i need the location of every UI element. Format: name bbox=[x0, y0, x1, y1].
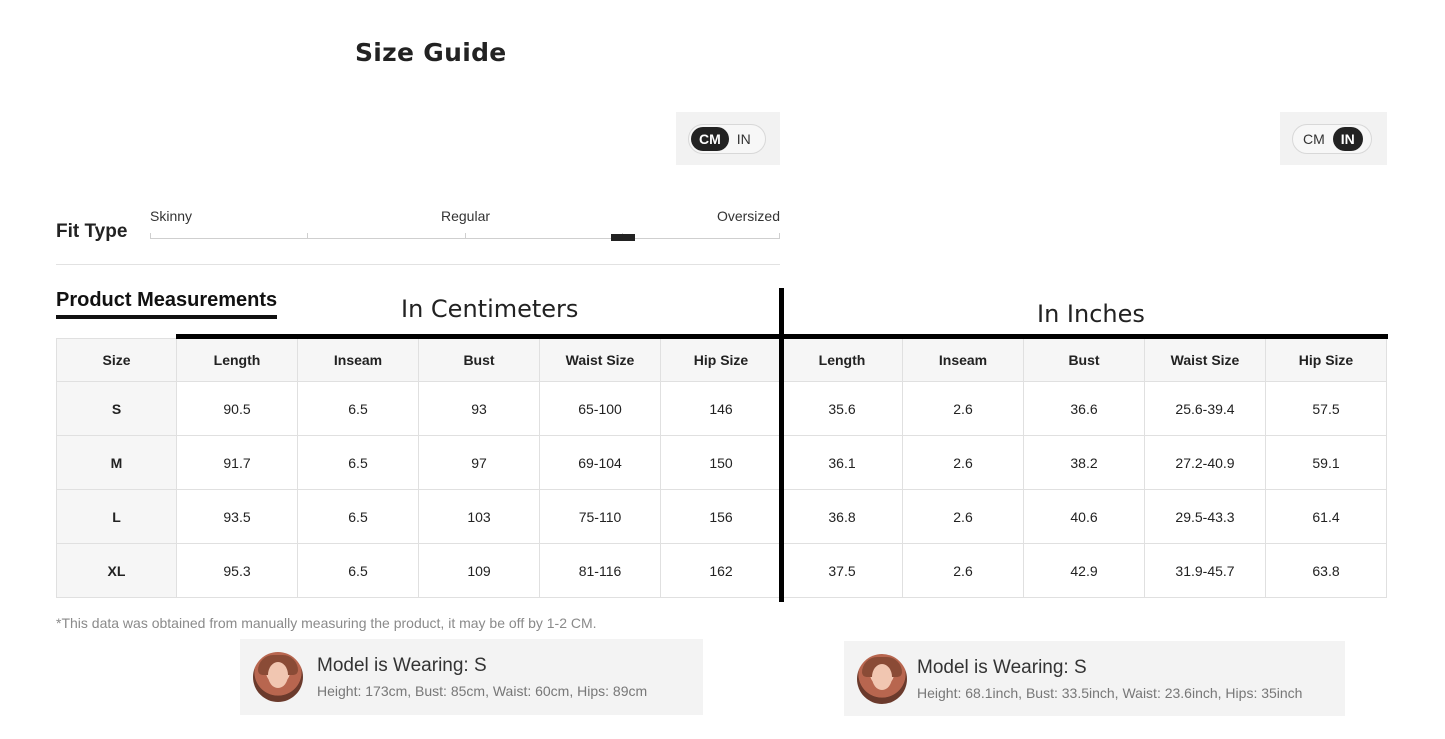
table-cell: 2.6 bbox=[902, 435, 1024, 490]
section-divider bbox=[56, 264, 780, 265]
table-cell: 2.6 bbox=[902, 489, 1024, 544]
table-header-row: Size Length Inseam Bust Waist Size Hip S… bbox=[56, 338, 1387, 382]
table-cell: 35.6 bbox=[781, 381, 903, 436]
unit-toggle-in[interactable]: CM IN bbox=[1292, 124, 1372, 154]
table-cell: 90.5 bbox=[176, 381, 298, 436]
unit-option-in[interactable]: IN bbox=[1332, 127, 1363, 151]
table-cell: 36.8 bbox=[781, 489, 903, 544]
model-measurements: Height: 173cm, Bust: 85cm, Waist: 60cm, … bbox=[317, 683, 648, 699]
table-cell: 75-110 bbox=[539, 489, 661, 544]
unit-option-cm[interactable]: CM bbox=[691, 127, 729, 151]
table-cell: 25.6-39.4 bbox=[1144, 381, 1266, 436]
table-cell: 63.8 bbox=[1265, 543, 1387, 598]
table-cell: 6.5 bbox=[297, 435, 419, 490]
table-cell: 146 bbox=[660, 381, 782, 436]
table-cell: 29.5-43.3 bbox=[1144, 489, 1266, 544]
model-measurements: Height: 68.1inch, Bust: 33.5inch, Waist:… bbox=[917, 685, 1303, 701]
model-wearing-size: Model is Wearing: S bbox=[917, 657, 1087, 678]
unit-option-in[interactable]: IN bbox=[729, 127, 759, 151]
page-title: Size Guide bbox=[355, 38, 507, 67]
header-hip-cm: Hip Size bbox=[660, 338, 782, 382]
product-measurements-title: Product Measurements bbox=[56, 289, 278, 319]
fit-scale-oversized: Oversized bbox=[716, 208, 780, 224]
table-cell: 2.6 bbox=[902, 381, 1024, 436]
header-waist-in: Waist Size bbox=[1144, 338, 1266, 382]
table-cell: 156 bbox=[660, 489, 782, 544]
table-cell: 65-100 bbox=[539, 381, 661, 436]
table-cell: 42.9 bbox=[1023, 543, 1145, 598]
header-length-cm: Length bbox=[176, 338, 298, 382]
fit-type-scale: Skinny Regular Oversized bbox=[150, 205, 780, 245]
table-cell: 150 bbox=[660, 435, 782, 490]
table-cell: 69-104 bbox=[539, 435, 661, 490]
fit-tick bbox=[779, 233, 780, 239]
table-cell: 103 bbox=[418, 489, 540, 544]
table-cell: 109 bbox=[418, 543, 540, 598]
table-cell: 91.7 bbox=[176, 435, 298, 490]
table-cell: 95.3 bbox=[176, 543, 298, 598]
table-cell: 36.1 bbox=[781, 435, 903, 490]
unit-toggle-panel-in: CM IN bbox=[1280, 112, 1387, 165]
measurements-table: Size Length Inseam Bust Waist Size Hip S… bbox=[56, 338, 1387, 598]
size-cell: XL bbox=[56, 543, 177, 598]
header-bust-cm: Bust bbox=[418, 338, 540, 382]
table-cell: 6.5 bbox=[297, 381, 419, 436]
table-cell: 6.5 bbox=[297, 489, 419, 544]
centimeters-heading: In Centimeters bbox=[401, 295, 579, 323]
table-cell: 37.5 bbox=[781, 543, 903, 598]
table-cell: 38.2 bbox=[1023, 435, 1145, 490]
table-row: M 91.7 6.5 97 69-104 150 36.1 2.6 38.2 2… bbox=[56, 435, 1387, 490]
table-row: L 93.5 6.5 103 75-110 156 36.8 2.6 40.6 … bbox=[56, 489, 1387, 544]
table-row: XL 95.3 6.5 109 81-116 162 37.5 2.6 42.9… bbox=[56, 543, 1387, 598]
model-card-in: Model is Wearing: S Height: 68.1inch, Bu… bbox=[844, 641, 1345, 716]
model-avatar bbox=[253, 652, 303, 702]
header-bust-in: Bust bbox=[1023, 338, 1145, 382]
table-cell: 162 bbox=[660, 543, 782, 598]
table-cell: 57.5 bbox=[1265, 381, 1387, 436]
table-cell: 97 bbox=[418, 435, 540, 490]
fit-type-label: Fit Type bbox=[56, 221, 128, 242]
table-cell: 59.1 bbox=[1265, 435, 1387, 490]
table-cell: 93.5 bbox=[176, 489, 298, 544]
header-inseam-in: Inseam bbox=[902, 338, 1024, 382]
table-row: S 90.5 6.5 93 65-100 146 35.6 2.6 36.6 2… bbox=[56, 381, 1387, 436]
header-waist-cm: Waist Size bbox=[539, 338, 661, 382]
header-size: Size bbox=[56, 338, 177, 382]
table-cell: 6.5 bbox=[297, 543, 419, 598]
inches-heading: In Inches bbox=[1037, 300, 1145, 328]
measurement-note: *This data was obtained from manually me… bbox=[56, 615, 597, 631]
table-cell: 31.9-45.7 bbox=[1144, 543, 1266, 598]
fit-tick bbox=[307, 233, 308, 239]
group-divider-vertical bbox=[779, 288, 784, 602]
fit-tick bbox=[465, 233, 466, 239]
table-cell: 40.6 bbox=[1023, 489, 1145, 544]
table-cell: 61.4 bbox=[1265, 489, 1387, 544]
model-wearing-size: Model is Wearing: S bbox=[317, 655, 487, 676]
fit-scale-regular: Regular bbox=[441, 208, 491, 224]
table-cell: 2.6 bbox=[902, 543, 1024, 598]
fit-scale-skinny: Skinny bbox=[150, 208, 193, 224]
header-hip-in: Hip Size bbox=[1265, 338, 1387, 382]
table-cell: 93 bbox=[418, 381, 540, 436]
header-length-in: Length bbox=[781, 338, 903, 382]
unit-option-cm[interactable]: CM bbox=[1295, 127, 1333, 151]
table-cell: 81-116 bbox=[539, 543, 661, 598]
table-cell: 27.2-40.9 bbox=[1144, 435, 1266, 490]
header-inseam-cm: Inseam bbox=[297, 338, 419, 382]
unit-toggle-panel-cm: CM IN bbox=[676, 112, 780, 165]
table-cell: 36.6 bbox=[1023, 381, 1145, 436]
size-cell: S bbox=[56, 381, 177, 436]
size-cell: M bbox=[56, 435, 177, 490]
model-avatar bbox=[857, 654, 907, 704]
unit-toggle-cm[interactable]: CM IN bbox=[688, 124, 766, 154]
model-card-cm: Model is Wearing: S Height: 173cm, Bust:… bbox=[240, 639, 703, 715]
fit-level-marker bbox=[611, 234, 635, 241]
size-cell: L bbox=[56, 489, 177, 544]
fit-tick bbox=[150, 233, 151, 239]
